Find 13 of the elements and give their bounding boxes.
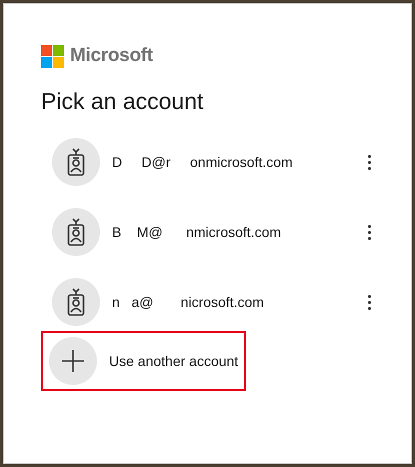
id-badge-icon (67, 288, 85, 316)
dialog-title: Pick an account (41, 86, 204, 116)
account-email: B M@ nmicrosoft.com (112, 222, 282, 242)
id-badge-icon (67, 218, 85, 246)
account-row[interactable]: B M@ nmicrosoft.com (41, 197, 381, 268)
id-badge-icon (67, 148, 85, 176)
use-another-account-button[interactable]: Use another account (41, 331, 246, 392)
plus-icon (62, 350, 84, 372)
account-email: D D@r onmicrosoft.com (112, 152, 294, 172)
logo-icon (41, 44, 64, 68)
account-email: n a@ nicrosoft.com (112, 292, 265, 312)
account-row[interactable]: D D@r onmicrosoft.com (41, 127, 381, 198)
brand-name: Microsoft (70, 44, 153, 68)
